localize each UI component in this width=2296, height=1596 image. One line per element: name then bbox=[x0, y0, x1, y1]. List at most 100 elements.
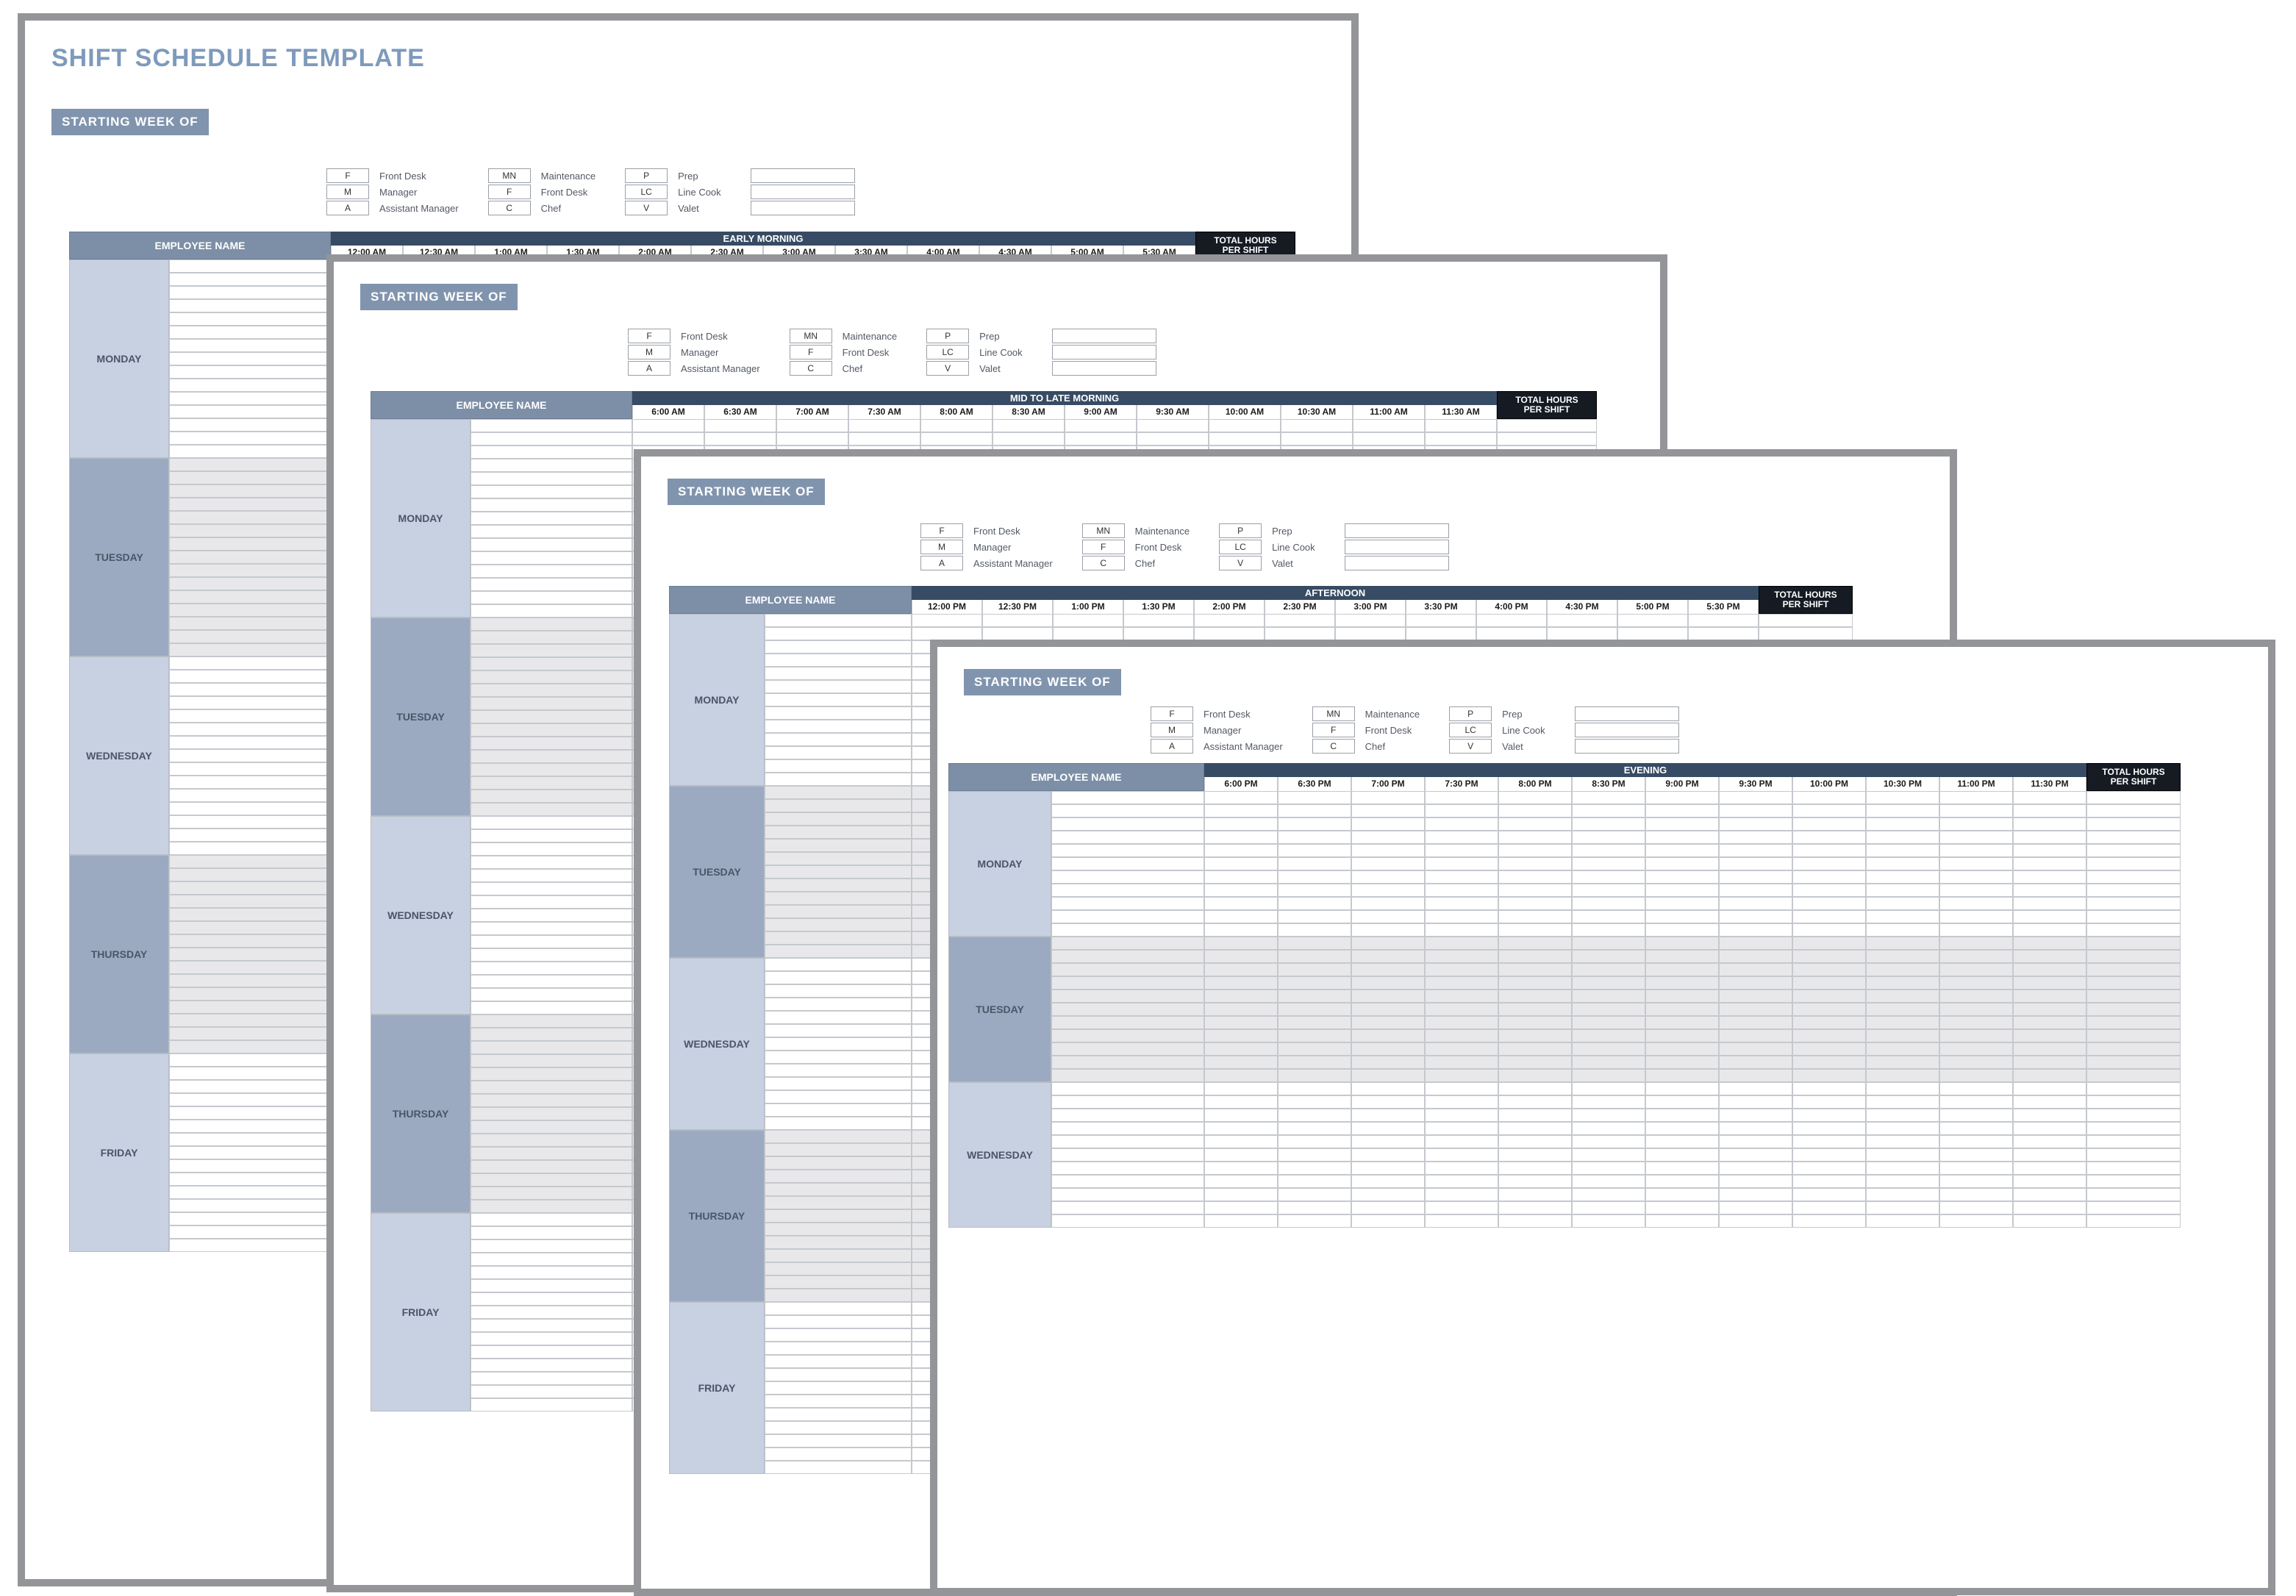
shift-slot[interactable] bbox=[1866, 1003, 1939, 1016]
shift-slot[interactable] bbox=[2013, 857, 2086, 870]
employee-name-cell[interactable] bbox=[765, 1117, 912, 1130]
employee-name-cell[interactable] bbox=[765, 1011, 912, 1024]
shift-slot[interactable] bbox=[1572, 897, 1645, 910]
shift-slot[interactable] bbox=[1406, 627, 1476, 640]
shift-slot[interactable] bbox=[1792, 1082, 1866, 1095]
shift-slot[interactable] bbox=[1645, 870, 1719, 884]
employee-name-cell[interactable] bbox=[169, 802, 331, 815]
shift-slot[interactable] bbox=[1204, 1056, 1278, 1069]
employee-name-cell[interactable] bbox=[169, 339, 331, 352]
employee-name-cell[interactable] bbox=[765, 1077, 912, 1090]
employee-name-cell[interactable] bbox=[765, 1103, 912, 1117]
shift-slot[interactable] bbox=[1351, 1003, 1425, 1016]
shift-slot[interactable] bbox=[1351, 1135, 1425, 1148]
shift-slot[interactable] bbox=[1204, 1175, 1278, 1188]
shift-slot[interactable] bbox=[848, 432, 920, 445]
shift-slot[interactable] bbox=[1204, 1069, 1278, 1082]
employee-name-cell[interactable] bbox=[471, 697, 632, 710]
employee-name-cell[interactable] bbox=[1051, 1095, 1204, 1109]
employee-name-cell[interactable] bbox=[765, 852, 912, 865]
shift-slot[interactable] bbox=[1351, 1162, 1425, 1175]
employee-name-cell[interactable] bbox=[169, 1120, 331, 1133]
employee-name-cell[interactable] bbox=[765, 1395, 912, 1408]
employee-name-cell[interactable] bbox=[1051, 910, 1204, 923]
shift-slot[interactable] bbox=[993, 432, 1065, 445]
employee-name-cell[interactable] bbox=[1051, 831, 1204, 844]
employee-name-cell[interactable] bbox=[1051, 1029, 1204, 1042]
employee-name-cell[interactable] bbox=[169, 974, 331, 987]
shift-slot[interactable] bbox=[1939, 1175, 2013, 1188]
shift-slot[interactable] bbox=[1939, 937, 2013, 950]
shift-slot[interactable] bbox=[1939, 1162, 2013, 1175]
employee-name-cell[interactable] bbox=[169, 630, 331, 643]
employee-name-cell[interactable] bbox=[471, 472, 632, 485]
shift-slot[interactable] bbox=[1572, 976, 1645, 990]
shift-slot[interactable] bbox=[1204, 1109, 1278, 1122]
legend-code-6[interactable]: P bbox=[1449, 706, 1492, 721]
employee-name-cell[interactable] bbox=[471, 538, 632, 551]
shift-slot[interactable] bbox=[1351, 990, 1425, 1003]
shift-slot[interactable] bbox=[2013, 1135, 2086, 1148]
employee-name-cell[interactable] bbox=[169, 577, 331, 590]
employee-name-cell[interactable] bbox=[169, 789, 331, 802]
employee-name-cell[interactable] bbox=[169, 1133, 331, 1146]
legend-code-3[interactable]: MN bbox=[1312, 706, 1355, 721]
shift-slot[interactable] bbox=[1719, 817, 1792, 831]
shift-slot[interactable] bbox=[1866, 1188, 1939, 1201]
employee-name-cell[interactable] bbox=[471, 1041, 632, 1054]
shift-slot[interactable] bbox=[1939, 1003, 2013, 1016]
shift-slot[interactable] bbox=[1645, 990, 1719, 1003]
legend-code-1[interactable]: M bbox=[920, 540, 963, 554]
shift-slot[interactable] bbox=[1351, 1214, 1425, 1228]
shift-slot[interactable] bbox=[1645, 1109, 1719, 1122]
legend-code-7[interactable]: LC bbox=[625, 185, 668, 199]
employee-name-cell[interactable] bbox=[765, 693, 912, 706]
shift-slot[interactable] bbox=[1572, 1082, 1645, 1095]
shift-slot[interactable] bbox=[1939, 1056, 2013, 1069]
shift-slot[interactable] bbox=[1278, 910, 1351, 923]
shift-slot[interactable] bbox=[2013, 1069, 2086, 1082]
legend-code-5[interactable]: C bbox=[1312, 739, 1355, 754]
shift-slot[interactable] bbox=[1137, 419, 1209, 432]
shift-slot[interactable] bbox=[1425, 976, 1498, 990]
employee-name-cell[interactable] bbox=[471, 1001, 632, 1015]
employee-name-cell[interactable] bbox=[471, 776, 632, 790]
legend-code-0[interactable]: F bbox=[920, 523, 963, 538]
employee-name-cell[interactable] bbox=[471, 1187, 632, 1200]
employee-name-cell[interactable] bbox=[1051, 1175, 1204, 1188]
shift-slot[interactable] bbox=[1351, 884, 1425, 897]
shift-slot[interactable] bbox=[1939, 1069, 2013, 1082]
shift-slot[interactable] bbox=[1719, 804, 1792, 817]
employee-name-cell[interactable] bbox=[765, 640, 912, 654]
employee-name-cell[interactable] bbox=[471, 1372, 632, 1385]
employee-name-cell[interactable] bbox=[471, 1213, 632, 1226]
shift-slot[interactable] bbox=[1645, 1042, 1719, 1056]
employee-name-cell[interactable] bbox=[765, 1275, 912, 1289]
shift-slot[interactable] bbox=[2013, 963, 2086, 976]
shift-slot[interactable] bbox=[1278, 937, 1351, 950]
shift-slot[interactable] bbox=[1053, 614, 1123, 627]
legend-code-3[interactable]: MN bbox=[488, 168, 531, 183]
shift-slot[interactable] bbox=[1353, 419, 1425, 432]
shift-slot[interactable] bbox=[1939, 804, 2013, 817]
employee-name-cell[interactable] bbox=[765, 1024, 912, 1037]
shift-slot[interactable] bbox=[1278, 1069, 1351, 1082]
shift-slot[interactable] bbox=[1425, 1069, 1498, 1082]
shift-slot[interactable] bbox=[632, 419, 704, 432]
shift-slot[interactable] bbox=[1792, 1175, 1866, 1188]
shift-slot[interactable] bbox=[1866, 1069, 1939, 1082]
shift-slot[interactable] bbox=[1425, 963, 1498, 976]
employee-name-cell[interactable] bbox=[1051, 990, 1204, 1003]
employee-name-cell[interactable] bbox=[471, 1398, 632, 1411]
legend-blank-cell-1[interactable] bbox=[1345, 540, 1449, 554]
employee-name-cell[interactable] bbox=[765, 1196, 912, 1209]
shift-slot[interactable] bbox=[1278, 831, 1351, 844]
shift-slot[interactable] bbox=[1498, 1175, 1572, 1188]
shift-slot[interactable] bbox=[1498, 884, 1572, 897]
shift-slot[interactable] bbox=[1425, 1042, 1498, 1056]
shift-slot[interactable] bbox=[1498, 1122, 1572, 1135]
shift-slot[interactable] bbox=[1939, 1042, 2013, 1056]
shift-slot[interactable] bbox=[2013, 870, 2086, 884]
shift-slot[interactable] bbox=[1645, 1069, 1719, 1082]
shift-slot[interactable] bbox=[1278, 1003, 1351, 1016]
